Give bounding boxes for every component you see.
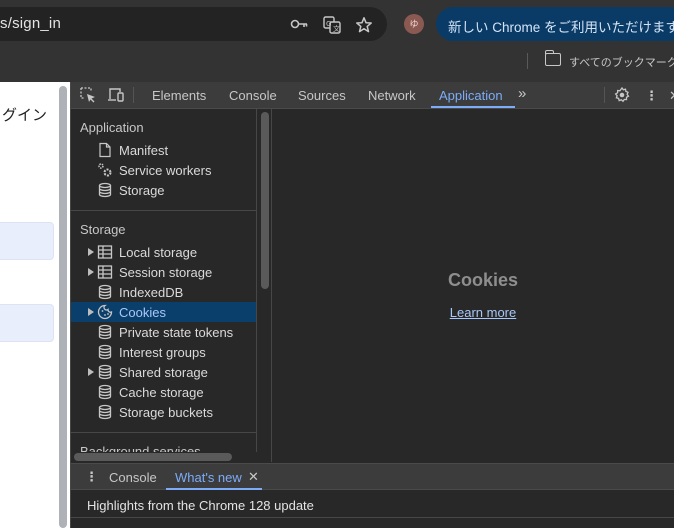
sidebar-item-label: Storage buckets bbox=[119, 405, 213, 420]
close-tab-icon[interactable]: ✕ bbox=[248, 469, 259, 485]
drawer-tab-console[interactable]: Console bbox=[109, 470, 157, 485]
table-icon bbox=[97, 264, 113, 280]
chrome-update-button[interactable]: 新しい Chrome をご利用いただけます ⋮ bbox=[436, 7, 674, 41]
divider bbox=[71, 517, 674, 518]
page-scrollbar-thumb[interactable] bbox=[59, 86, 67, 528]
sidebar-vertical-scrollbar[interactable] bbox=[258, 109, 272, 452]
learn-more-link[interactable]: Learn more bbox=[273, 305, 674, 320]
database-icon bbox=[97, 284, 113, 300]
sidebar-item-label: Storage bbox=[119, 183, 165, 198]
url-text[interactable]: s/sign_in bbox=[0, 15, 61, 32]
address-bar[interactable]: s/sign_in G文 bbox=[0, 7, 387, 41]
empty-state-title: Cookies bbox=[447, 270, 519, 290]
page-heading: ログイン bbox=[0, 107, 47, 124]
key-icon[interactable] bbox=[290, 16, 308, 32]
update-button-label: 新しい Chrome をご利用いただけます bbox=[448, 20, 674, 35]
scrollbar-thumb[interactable] bbox=[74, 453, 232, 461]
tab-sources[interactable]: Sources bbox=[298, 88, 346, 103]
sidebar-item-indexeddb[interactable]: IndexedDB bbox=[71, 282, 256, 302]
more-tabs-icon[interactable]: » bbox=[518, 85, 526, 102]
browser-toolbar: s/sign_in G文 ゆ 新しい Chrome をご利用いただけます ⋮ bbox=[0, 0, 674, 48]
sidebar-item-label: Session storage bbox=[119, 265, 213, 280]
table-icon bbox=[97, 244, 113, 260]
sidebar-item-cache-storage[interactable]: Cache storage bbox=[71, 382, 256, 402]
sidebar-item-cookies[interactable]: Cookies bbox=[71, 302, 256, 322]
tab-application[interactable]: Application bbox=[439, 88, 503, 103]
active-tab-indicator bbox=[431, 106, 515, 108]
sidebar-item-label: IndexedDB bbox=[119, 285, 184, 300]
sidebar-item-label: Interest groups bbox=[119, 345, 206, 360]
expand-arrow-icon[interactable] bbox=[88, 268, 94, 276]
tab-elements[interactable]: Elements bbox=[152, 88, 206, 103]
close-devtools-icon[interactable]: ✕ bbox=[669, 88, 674, 104]
email-field[interactable] bbox=[0, 222, 54, 260]
database-icon bbox=[97, 404, 113, 420]
expand-arrow-icon[interactable] bbox=[88, 248, 94, 256]
gears-icon bbox=[97, 162, 113, 178]
divider bbox=[133, 87, 134, 103]
sidebar-item-label: Private state tokens bbox=[119, 325, 234, 340]
sidebar-item-label: Service workers bbox=[119, 163, 212, 178]
svg-text:G: G bbox=[326, 20, 331, 28]
cookie-icon bbox=[97, 304, 113, 320]
sidebar-item-service-workers[interactable]: Service workers bbox=[71, 160, 256, 180]
device-toolbar-icon[interactable] bbox=[107, 87, 125, 103]
sidebar-item-label: Cache storage bbox=[119, 385, 204, 400]
divider bbox=[604, 87, 605, 103]
profile-avatar[interactable]: ゆ bbox=[404, 14, 424, 34]
section-title-background-services: Background services bbox=[80, 444, 201, 452]
database-icon bbox=[97, 344, 113, 360]
whats-new-headline: Highlights from the Chrome 128 update bbox=[87, 498, 314, 513]
drawer-tab-whats-new[interactable]: What's new bbox=[175, 470, 242, 485]
drawer-menu-icon[interactable]: ⋮ bbox=[85, 469, 98, 485]
password-field[interactable] bbox=[0, 304, 54, 342]
cookies-main-pane: Cookies Learn more bbox=[273, 109, 674, 462]
sidebar-item-shared-storage[interactable]: Shared storage bbox=[71, 362, 256, 382]
sidebar-item-label: Shared storage bbox=[119, 365, 208, 380]
devtools-toolbar: Elements Console Sources Network Applica… bbox=[71, 82, 674, 109]
sidebar-horizontal-scrollbar[interactable] bbox=[71, 452, 272, 462]
sidebar-item-storage-buckets[interactable]: Storage buckets bbox=[71, 402, 256, 422]
bookmark-bar: すべてのブックマーク bbox=[0, 48, 674, 74]
database-icon bbox=[97, 182, 113, 198]
divider bbox=[527, 53, 528, 69]
drawer-tabbar: ⋮ Console What's new ✕ bbox=[71, 463, 674, 490]
kebab-menu-icon[interactable]: ⋮ bbox=[668, 14, 674, 32]
sidebar-item-storage[interactable]: Storage bbox=[71, 180, 256, 200]
divider bbox=[71, 210, 256, 211]
divider bbox=[71, 432, 256, 433]
inspect-element-icon[interactable] bbox=[80, 87, 98, 103]
document-icon bbox=[97, 142, 113, 158]
database-icon bbox=[97, 364, 113, 380]
sidebar-item-manifest[interactable]: Manifest bbox=[71, 140, 256, 160]
translate-icon[interactable]: G文 bbox=[323, 16, 341, 34]
sidebar-item-label: Manifest bbox=[119, 143, 169, 158]
sidebar-item-private-state-tokens[interactable]: Private state tokens bbox=[71, 322, 256, 342]
active-tab-indicator bbox=[166, 488, 262, 490]
sidebar-item-session-storage[interactable]: Session storage bbox=[71, 262, 256, 282]
section-title-storage: Storage bbox=[80, 222, 126, 237]
sidebar-item-label: Local storage bbox=[119, 245, 198, 260]
all-bookmarks-button[interactable]: すべてのブックマーク bbox=[569, 54, 674, 70]
database-icon bbox=[97, 324, 113, 340]
web-page: ログイン bbox=[0, 82, 56, 528]
folder-icon bbox=[544, 50, 561, 66]
bookmark-star-icon[interactable] bbox=[355, 16, 373, 33]
devtools-menu-icon[interactable]: ⋮ bbox=[645, 88, 658, 104]
sidebar-item-local-storage[interactable]: Local storage bbox=[71, 242, 256, 262]
sidebar-item-interest-groups[interactable]: Interest groups bbox=[71, 342, 256, 362]
section-title-application: Application bbox=[80, 120, 144, 135]
scrollbar-thumb[interactable] bbox=[261, 112, 269, 289]
expand-arrow-icon[interactable] bbox=[88, 368, 94, 376]
tab-network[interactable]: Network bbox=[368, 88, 416, 103]
application-sidebar: Application Manifest Service workers Sto… bbox=[71, 109, 257, 452]
tab-console[interactable]: Console bbox=[229, 88, 277, 103]
database-icon bbox=[97, 384, 113, 400]
svg-text:文: 文 bbox=[333, 24, 340, 33]
whats-new-panel: Highlights from the Chrome 128 update bbox=[71, 491, 674, 528]
devtools-panel: Elements Console Sources Network Applica… bbox=[70, 82, 674, 528]
expand-arrow-icon[interactable] bbox=[88, 308, 94, 316]
sidebar-item-label: Cookies bbox=[119, 305, 166, 320]
settings-gear-icon[interactable] bbox=[614, 86, 632, 103]
